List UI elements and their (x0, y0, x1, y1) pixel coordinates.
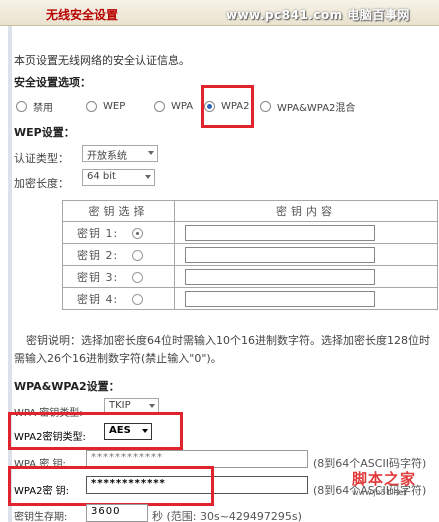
key-length-label: 加密长度： (14, 177, 69, 190)
key-4-input[interactable] (185, 290, 375, 307)
key-2-input[interactable] (185, 246, 375, 263)
key-3-input[interactable] (185, 268, 375, 285)
auth-type-select[interactable]: 开放系统 (82, 145, 158, 162)
key-4-radio[interactable] (132, 294, 144, 305)
key-2-radio[interactable] (132, 250, 144, 261)
security-section-label: 安全设置选项： (14, 76, 91, 89)
option-wep[interactable]: WEP (86, 96, 125, 116)
lifetime-hint: 秒 (范围: 30s~429497295s) (152, 510, 302, 522)
highlight-box-wpa2-key (8, 466, 214, 506)
highlight-box-wpa2-type (8, 412, 183, 450)
intro-text: 本页设置无线网络的安全认证信息。 (14, 54, 190, 67)
key-length-select[interactable]: 64 bit (82, 169, 155, 186)
chevron-down-icon (145, 175, 151, 179)
key-note: 密钥说明：选择加密长度64位时需输入10个16进制数字符。选择加密长度128位时… (14, 334, 430, 365)
radio-wep[interactable] (86, 100, 97, 112)
radio-wpa[interactable] (154, 100, 165, 112)
table-row: 密钥 1: (62, 221, 438, 244)
key-3-radio[interactable] (132, 272, 144, 283)
site-watermark: www.pc841.com 电脑百事网 (226, 8, 410, 22)
table-row: 密钥 2: (62, 243, 438, 266)
auth-type-label: 认证类型： (14, 152, 69, 165)
wpa-section-label: WPA&WPA2设置： (14, 380, 120, 393)
wep-key-table: 密钥选择 密钥内容 密钥 1: 密钥 2: 密钥 3: 密钥 4: (62, 200, 438, 310)
key-1-input[interactable] (185, 224, 375, 241)
radio-wpa-wpa2-mixed[interactable] (260, 100, 271, 112)
lifetime-input[interactable]: 3600 (86, 504, 148, 522)
col-key-content: 密钥内容 (174, 200, 438, 222)
chevron-down-icon (148, 151, 154, 155)
option-disabled[interactable]: 禁用 (16, 96, 53, 116)
highlight-box-wpa2 (201, 85, 254, 128)
option-wpa[interactable]: WPA (154, 96, 193, 116)
option-wpa-wpa2-mixed[interactable]: WPA&WPA2混合 (260, 96, 355, 116)
wep-section-label: WEP设置： (14, 126, 75, 139)
chevron-down-icon (149, 404, 155, 408)
watermark-url: www.jb51.net (352, 488, 407, 497)
table-row: 密钥 3: (62, 265, 438, 288)
watermark-logo: 脚本之家 (352, 470, 417, 488)
radio-disabled[interactable] (16, 100, 27, 112)
page-title: 无线安全设置 (46, 8, 119, 22)
col-key-select: 密钥选择 (62, 200, 175, 222)
page-banner: 无线安全设置 www.pc841.com 电脑百事网 (0, 0, 439, 26)
key-1-radio[interactable] (132, 228, 144, 239)
lifetime-label: 密钥生存期: (14, 512, 68, 522)
table-row: 密钥 4: (62, 287, 438, 310)
